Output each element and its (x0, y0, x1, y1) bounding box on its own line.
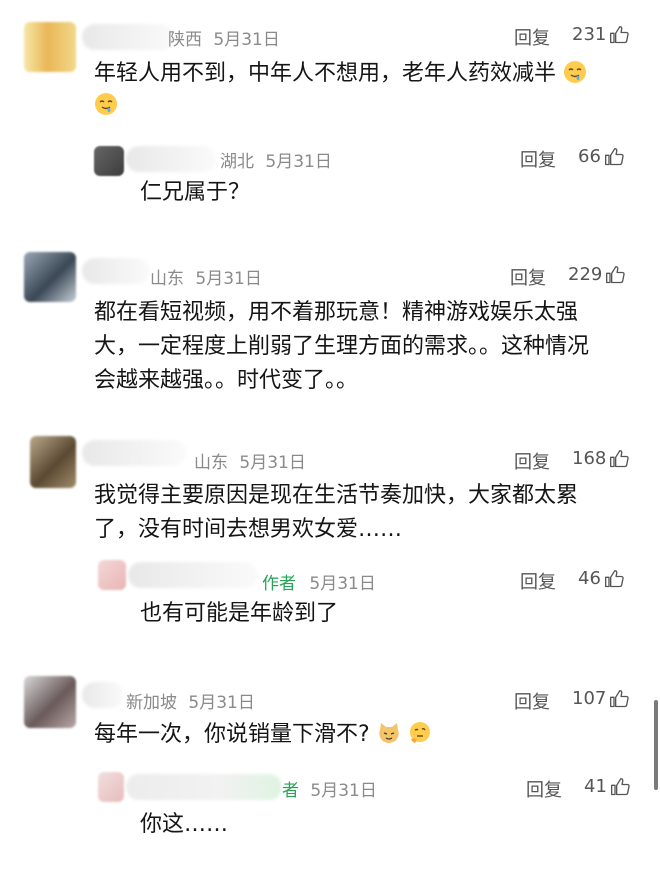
like-count: 46 (578, 568, 601, 589)
like-count: 231 (572, 24, 607, 45)
reply-button[interactable]: 回复 (520, 146, 556, 172)
location: 山东 (194, 453, 228, 473)
date: 5月31日 (265, 152, 332, 172)
reply-text: 你这…… (140, 812, 229, 837)
reply-meta: 者 5月31日 (282, 776, 377, 801)
date: 5月31日 (195, 269, 262, 289)
avatar[interactable] (24, 252, 76, 302)
reply-button[interactable]: 回复 (510, 264, 546, 290)
username-blurred[interactable] (126, 774, 282, 800)
comment-meta: 陕西 5月31日 (168, 25, 280, 50)
date: 5月31日 (213, 30, 280, 50)
username-blurred[interactable] (82, 258, 150, 284)
avatar[interactable] (24, 676, 76, 728)
thumbs-up-icon (610, 449, 630, 467)
username-blurred[interactable] (82, 440, 186, 466)
comment-text-line: 了，没有时间去想男欢女爱…… (94, 517, 403, 542)
like-count: 107 (572, 688, 607, 709)
location: 陕西 (168, 30, 202, 50)
comment-meta: 山东 5月31日 (194, 448, 306, 473)
avatar[interactable] (24, 22, 76, 72)
like-button[interactable]: 41 (584, 776, 630, 797)
location: 湖北 (220, 152, 254, 172)
thumbs-up-icon (610, 689, 630, 707)
date: 5月31日 (239, 453, 306, 473)
date: 5月31日 (309, 574, 376, 594)
comment-meta: 新加坡 5月31日 (126, 688, 255, 713)
like-count: 41 (584, 776, 607, 797)
comment-text-line: 大，一定程度上削弱了生理方面的需求。。这种情况 (94, 334, 590, 359)
avatar[interactable] (30, 436, 76, 488)
reply-meta: 湖北 5月31日 (220, 147, 332, 172)
reply-button[interactable]: 回复 (514, 688, 550, 714)
drooling-face-emoji (95, 93, 117, 115)
scrollbar[interactable] (654, 700, 658, 790)
like-button[interactable]: 66 (578, 146, 624, 167)
avatar[interactable] (98, 560, 126, 590)
reply-button[interactable]: 回复 (520, 568, 556, 594)
cat-face-emoji (379, 723, 399, 743)
reply-button[interactable]: 回复 (514, 24, 550, 50)
username-blurred[interactable] (126, 146, 216, 172)
thumbs-up-icon (610, 25, 630, 43)
reply-meta: 作者 5月31日 (262, 569, 376, 594)
comment-text-line: 都在看短视频，用不着那玩意！精神游戏娱乐太强 (94, 300, 579, 325)
date: 5月31日 (188, 693, 255, 713)
thumbs-up-icon (604, 569, 624, 587)
username-blurred[interactable] (128, 562, 258, 588)
reply-button[interactable]: 回复 (514, 448, 550, 474)
like-button[interactable]: 46 (578, 568, 624, 589)
comment-text: 每年一次，你说销量下滑不? (94, 718, 432, 752)
thumbs-up-icon (610, 777, 630, 795)
username-blurred[interactable] (82, 682, 124, 708)
thumbs-up-icon (606, 265, 626, 283)
thumbs-up-icon (604, 147, 624, 165)
comment-meta: 山东 5月31日 (150, 264, 262, 289)
drooling-face-emoji (564, 61, 587, 83)
thinking-face-emoji (409, 722, 430, 743)
comment-text-line: 我觉得主要原因是现在生活节奏加快，大家都太累 (94, 483, 579, 508)
username-blurred[interactable] (82, 24, 174, 50)
reply-text: 也有可能是年龄到了 (140, 601, 339, 626)
like-button[interactable]: 231 (572, 24, 630, 45)
like-button[interactable]: 168 (572, 448, 630, 469)
reply-button[interactable]: 回复 (526, 776, 562, 802)
reply-text: 仁兄属于？ (140, 180, 251, 205)
avatar[interactable] (98, 772, 124, 802)
location: 山东 (150, 269, 184, 289)
like-button[interactable]: 107 (572, 688, 630, 709)
date: 5月31日 (310, 781, 377, 801)
location: 新加坡 (126, 693, 177, 713)
comment-text-line: 会越来越强。。时代变了。。 (94, 368, 359, 393)
author-tag: 者 (282, 781, 299, 801)
comment-text-emoji-line (94, 89, 118, 123)
comment-text: 年轻人用不到，中年人不想用，老年人药效减半 (94, 57, 634, 91)
like-button[interactable]: 229 (568, 264, 626, 285)
like-count: 168 (572, 448, 607, 469)
author-tag: 作者 (262, 574, 296, 594)
like-count: 229 (568, 264, 603, 285)
avatar[interactable] (94, 146, 124, 176)
like-count: 66 (578, 146, 601, 167)
